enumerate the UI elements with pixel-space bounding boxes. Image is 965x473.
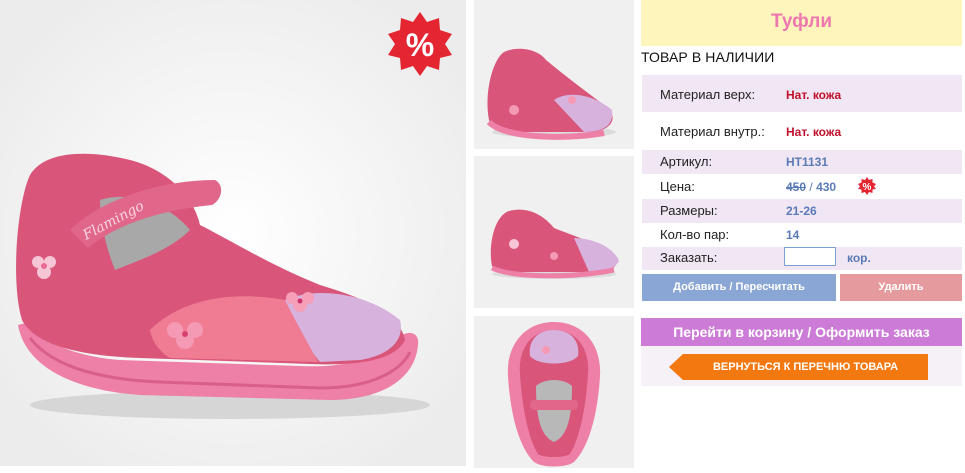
- inner-material-value: Нат. кожа: [786, 125, 842, 139]
- price-new: 430: [816, 180, 837, 194]
- sku-label: Артикул:: [660, 154, 713, 169]
- product-title: Туфли: [770, 11, 833, 32]
- order-unit-label: кор.: [847, 251, 871, 265]
- back-to-list-button[interactable]: ВЕРНУТЬСЯ К ПЕРЕЧНЮ ТОВАРА: [669, 354, 928, 380]
- sizes-value: 21-26: [786, 204, 817, 218]
- sale-badge: %: [385, 10, 455, 80]
- go-to-cart-button[interactable]: Перейти в корзину / Оформить заказ: [641, 318, 962, 346]
- spec-row-price: Цена: 450 / 430 %: [642, 175, 962, 199]
- svg-text:%: %: [863, 182, 872, 193]
- spec-row-inner-material: Материал внутр.: Нат. кожа: [642, 114, 962, 149]
- order-quantity-input[interactable]: [784, 247, 836, 266]
- stock-status: ТОВАР В НАЛИЧИИ: [641, 49, 775, 65]
- inner-material-label: Материал внутр.:: [660, 124, 765, 139]
- spec-row-pairs: Кол-во пар: 14: [642, 223, 962, 247]
- back-to-list-label: ВЕРНУТЬСЯ К ПЕРЕЧНЮ ТОВАРА: [712, 361, 899, 373]
- pairs-value: 14: [786, 228, 800, 242]
- thumbnail-1[interactable]: [474, 0, 634, 149]
- thumbnail-3[interactable]: [474, 316, 634, 468]
- product-title-bar: Туфли: [641, 0, 962, 46]
- price-separator: /: [809, 180, 813, 194]
- sale-percent-symbol: %: [406, 27, 434, 63]
- order-label: Заказать:: [660, 250, 718, 265]
- price-old: 450: [786, 180, 807, 194]
- pairs-label: Кол-во пар:: [660, 227, 730, 242]
- thumbnail-2[interactable]: [474, 156, 634, 308]
- price-value: 450 / 430: [786, 180, 836, 194]
- sku-value: НТ1131: [786, 155, 829, 169]
- upper-material-label: Материал верх:: [660, 87, 756, 102]
- upper-material-value: Нат. кожа: [786, 88, 842, 102]
- spec-row-sku: Артикул: НТ1131: [642, 150, 962, 174]
- spec-row-sizes: Размеры: 21-26: [642, 199, 962, 223]
- sizes-label: Размеры:: [660, 203, 718, 218]
- price-discount-badge: %: [858, 177, 876, 195]
- back-button-area: ВЕРНУТЬСЯ К ПЕРЕЧНЮ ТОВАРА: [641, 346, 962, 386]
- add-recalculate-button[interactable]: Добавить / Пересчитать: [642, 274, 836, 301]
- spec-row-upper-material: Материал верх: Нат. кожа: [642, 75, 962, 112]
- price-label: Цена:: [660, 179, 695, 194]
- delete-button[interactable]: Удалить: [840, 274, 962, 301]
